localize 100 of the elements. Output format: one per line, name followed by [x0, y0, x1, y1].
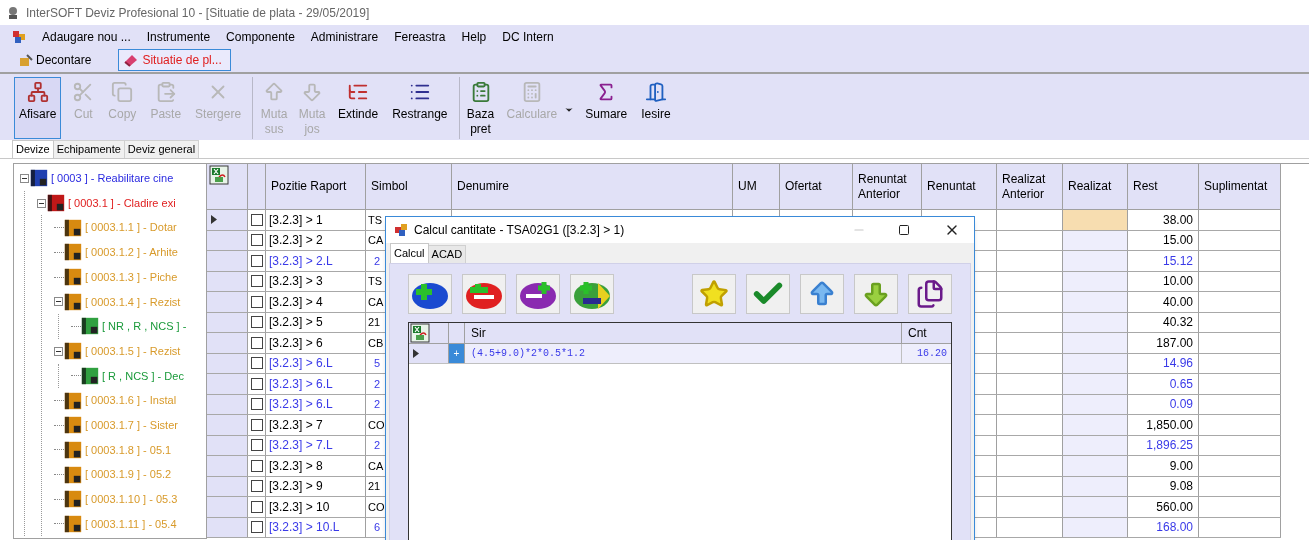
table-cell[interactable]	[1063, 456, 1128, 476]
menu-item[interactable]: Adaugare nou ...	[42, 27, 131, 46]
menu-item[interactable]: Administrare	[310, 27, 379, 46]
windows-icon[interactable]	[12, 29, 26, 44]
column-header[interactable]: Denumire	[452, 164, 733, 209]
subtract-button[interactable]	[462, 274, 506, 314]
table-cell-text: 9.00	[1169, 457, 1193, 475]
star-button[interactable]	[692, 274, 736, 314]
toolbar-button[interactable]: Iesire	[638, 77, 674, 139]
checkbox[interactable]	[250, 377, 263, 390]
table-cell: [3.2.3] > 8	[266, 456, 366, 476]
table-cell: [3.2.3] > 6	[266, 333, 366, 353]
table-cell[interactable]	[1063, 230, 1128, 250]
row-header[interactable]	[207, 210, 248, 230]
collapse-icon[interactable]	[20, 173, 29, 183]
toolbar-button[interactable]: Extinde	[335, 77, 382, 139]
menu-item[interactable]: DC Intern	[502, 27, 554, 46]
row-header[interactable]	[409, 344, 449, 363]
dialog-tab[interactable]: ACAD	[428, 245, 467, 263]
dialog-tab[interactable]: Calcul	[390, 243, 429, 263]
insert-button[interactable]	[516, 274, 560, 314]
table-cell[interactable]	[1063, 251, 1128, 271]
move-up-button[interactable]	[800, 274, 844, 314]
table-cell-text: 6	[374, 520, 381, 535]
collapse-icon[interactable]	[37, 198, 46, 208]
checkbox[interactable]	[250, 213, 263, 226]
table-cell[interactable]	[1063, 415, 1128, 435]
panel-tab[interactable]: Echipamente	[53, 140, 125, 158]
checkbox[interactable]	[250, 254, 263, 267]
checkbox[interactable]	[250, 521, 263, 534]
collapse-icon[interactable]	[54, 346, 63, 356]
checkbox[interactable]	[250, 316, 263, 329]
confirm-button[interactable]	[746, 274, 790, 314]
copy-button[interactable]	[908, 274, 952, 314]
spreadsheet-export-icon[interactable]	[209, 165, 229, 185]
menu-item[interactable]: Help	[461, 27, 487, 46]
column-header[interactable]: Simbol	[366, 164, 452, 209]
column-header[interactable]: Pozitie Raport	[266, 164, 366, 209]
checkbox[interactable]	[250, 459, 263, 472]
table-cell[interactable]	[1063, 312, 1128, 332]
table-cell[interactable]	[1063, 353, 1128, 373]
table-cell-text: 21	[368, 315, 381, 330]
tree-item[interactable]: [ 0003 ] - Reabilitare cine	[51, 170, 174, 187]
tree-item[interactable]: [ NR , R , NCS ] -	[102, 318, 187, 335]
menu-item[interactable]: Componente	[226, 27, 295, 46]
toolbar-button[interactable]: Restrange	[389, 77, 451, 139]
table-cell: [3.2.3] > 9	[266, 476, 366, 496]
checkbox[interactable]	[250, 418, 263, 431]
checkbox[interactable]	[250, 357, 263, 370]
column-header[interactable]: Realizat Anterior	[997, 164, 1063, 209]
checkbox[interactable]	[250, 336, 263, 349]
collapse-icon[interactable]	[54, 297, 63, 307]
column-header[interactable]: Renuntat Anterior	[853, 164, 922, 209]
checkbox[interactable]	[250, 234, 263, 247]
panel-tab[interactable]: Deviz general	[124, 140, 200, 158]
toolbar-button[interactable]: Afisare	[14, 77, 62, 139]
subtotal-button[interactable]	[570, 274, 614, 314]
table-cell-text: 40.00	[1162, 293, 1193, 311]
table-cell[interactable]	[1063, 497, 1128, 517]
table-cell[interactable]	[1063, 374, 1128, 394]
spreadsheet-export-icon[interactable]	[410, 323, 430, 343]
table-cell[interactable]	[1063, 394, 1128, 414]
table-cell[interactable]	[1063, 476, 1128, 496]
table-cell[interactable]	[1063, 517, 1128, 537]
column-header[interactable]: Suplimentat	[1199, 164, 1281, 209]
toolbar-button[interactable]: Baza pret	[465, 77, 496, 139]
table-cell[interactable]	[1063, 292, 1128, 312]
menu-item[interactable]: Instrumente	[146, 27, 211, 46]
tree-item[interactable]: [ R , NCS ] - Dec	[102, 367, 184, 385]
table-cell-text: CA	[368, 294, 384, 310]
document-tab[interactable]: Situatie de pl...	[118, 49, 232, 71]
expression-cell[interactable]: (4.5+9.0)*2*0.5*1.2	[471, 346, 586, 361]
tree-item[interactable]: [ 0003.1 ] - Cladire exi	[68, 194, 176, 212]
column-header[interactable]: Ofertat	[780, 164, 853, 209]
menu-item[interactable]: Fereastra	[394, 27, 446, 46]
column-header[interactable]: Renuntat	[922, 164, 997, 209]
maximize-icon[interactable]	[898, 224, 910, 236]
table-cell[interactable]	[1063, 271, 1128, 291]
table-cell-text: 2	[374, 253, 381, 269]
checkbox[interactable]	[250, 398, 263, 411]
panel-tab[interactable]: Devize	[12, 140, 54, 158]
column-header[interactable]: Sir	[465, 323, 902, 343]
move-down-button[interactable]	[854, 274, 898, 314]
document-tab[interactable]: Decontare	[14, 49, 97, 71]
checkbox[interactable]	[250, 500, 263, 513]
column-header[interactable]: Rest	[1128, 164, 1199, 209]
column-header[interactable]: Realizat	[1063, 164, 1128, 209]
table-cell[interactable]	[1063, 210, 1128, 230]
column-header[interactable]: Cnt	[902, 323, 951, 343]
table-cell-text: CO	[368, 499, 385, 515]
toolbar-button[interactable]: Sumare	[582, 77, 631, 139]
checkbox[interactable]	[250, 439, 263, 452]
checkbox[interactable]	[250, 275, 263, 288]
table-cell[interactable]	[1063, 435, 1128, 455]
table-cell[interactable]	[1063, 333, 1128, 353]
table-cell: [3.2.3] > 2.L	[266, 251, 366, 271]
column-header[interactable]: UM	[733, 164, 780, 209]
add-button[interactable]	[408, 274, 452, 314]
checkbox[interactable]	[250, 480, 263, 493]
checkbox[interactable]	[250, 295, 263, 308]
